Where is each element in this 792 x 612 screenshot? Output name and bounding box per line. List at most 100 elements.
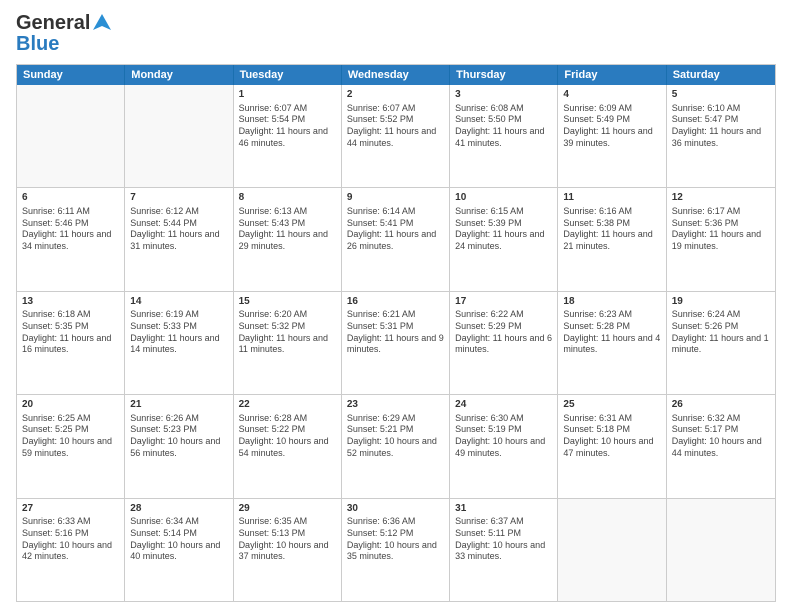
header-day-wednesday: Wednesday (342, 65, 450, 85)
calendar-header: SundayMondayTuesdayWednesdayThursdayFrid… (17, 65, 775, 85)
day-info: Sunrise: 6:25 AMSunset: 5:25 PMDaylight:… (22, 413, 119, 460)
day-number: 21 (130, 398, 227, 412)
table-row: 14Sunrise: 6:19 AMSunset: 5:33 PMDayligh… (125, 292, 233, 394)
day-info: Sunrise: 6:18 AMSunset: 5:35 PMDaylight:… (22, 309, 119, 356)
day-info: Sunrise: 6:34 AMSunset: 5:14 PMDaylight:… (130, 516, 227, 563)
day-number: 7 (130, 191, 227, 205)
day-number: 1 (239, 88, 336, 102)
table-row (558, 499, 666, 601)
table-row: 30Sunrise: 6:36 AMSunset: 5:12 PMDayligh… (342, 499, 450, 601)
calendar-row-1: 1Sunrise: 6:07 AMSunset: 5:54 PMDaylight… (17, 85, 775, 187)
day-number: 13 (22, 295, 119, 309)
day-info: Sunrise: 6:16 AMSunset: 5:38 PMDaylight:… (563, 206, 660, 253)
table-row: 10Sunrise: 6:15 AMSunset: 5:39 PMDayligh… (450, 188, 558, 290)
table-row: 29Sunrise: 6:35 AMSunset: 5:13 PMDayligh… (234, 499, 342, 601)
day-info: Sunrise: 6:28 AMSunset: 5:22 PMDaylight:… (239, 413, 336, 460)
table-row: 1Sunrise: 6:07 AMSunset: 5:54 PMDaylight… (234, 85, 342, 187)
day-number: 28 (130, 502, 227, 516)
logo-blue: Blue (16, 33, 59, 56)
day-info: Sunrise: 6:17 AMSunset: 5:36 PMDaylight:… (672, 206, 770, 253)
table-row: 15Sunrise: 6:20 AMSunset: 5:32 PMDayligh… (234, 292, 342, 394)
table-row: 22Sunrise: 6:28 AMSunset: 5:22 PMDayligh… (234, 395, 342, 497)
day-number: 14 (130, 295, 227, 309)
day-number: 20 (22, 398, 119, 412)
day-number: 22 (239, 398, 336, 412)
day-info: Sunrise: 6:20 AMSunset: 5:32 PMDaylight:… (239, 309, 336, 356)
table-row: 4Sunrise: 6:09 AMSunset: 5:49 PMDaylight… (558, 85, 666, 187)
day-info: Sunrise: 6:33 AMSunset: 5:16 PMDaylight:… (22, 516, 119, 563)
day-number: 30 (347, 502, 444, 516)
table-row: 6Sunrise: 6:11 AMSunset: 5:46 PMDaylight… (17, 188, 125, 290)
day-number: 6 (22, 191, 119, 205)
day-number: 5 (672, 88, 770, 102)
day-info: Sunrise: 6:26 AMSunset: 5:23 PMDaylight:… (130, 413, 227, 460)
day-info: Sunrise: 6:14 AMSunset: 5:41 PMDaylight:… (347, 206, 444, 253)
day-number: 3 (455, 88, 552, 102)
day-info: Sunrise: 6:23 AMSunset: 5:28 PMDaylight:… (563, 309, 660, 356)
header-day-monday: Monday (125, 65, 233, 85)
calendar-row-2: 6Sunrise: 6:11 AMSunset: 5:46 PMDaylight… (17, 187, 775, 290)
day-number: 4 (563, 88, 660, 102)
day-number: 9 (347, 191, 444, 205)
table-row: 3Sunrise: 6:08 AMSunset: 5:50 PMDaylight… (450, 85, 558, 187)
day-info: Sunrise: 6:21 AMSunset: 5:31 PMDaylight:… (347, 309, 444, 356)
day-number: 26 (672, 398, 770, 412)
table-row: 24Sunrise: 6:30 AMSunset: 5:19 PMDayligh… (450, 395, 558, 497)
day-number: 12 (672, 191, 770, 205)
table-row (125, 85, 233, 187)
day-number: 2 (347, 88, 444, 102)
day-info: Sunrise: 6:12 AMSunset: 5:44 PMDaylight:… (130, 206, 227, 253)
day-info: Sunrise: 6:11 AMSunset: 5:46 PMDaylight:… (22, 206, 119, 253)
day-info: Sunrise: 6:07 AMSunset: 5:54 PMDaylight:… (239, 103, 336, 150)
day-number: 11 (563, 191, 660, 205)
day-number: 15 (239, 295, 336, 309)
table-row: 19Sunrise: 6:24 AMSunset: 5:26 PMDayligh… (667, 292, 775, 394)
header-day-thursday: Thursday (450, 65, 558, 85)
table-row: 27Sunrise: 6:33 AMSunset: 5:16 PMDayligh… (17, 499, 125, 601)
day-number: 8 (239, 191, 336, 205)
day-info: Sunrise: 6:29 AMSunset: 5:21 PMDaylight:… (347, 413, 444, 460)
day-info: Sunrise: 6:07 AMSunset: 5:52 PMDaylight:… (347, 103, 444, 150)
day-info: Sunrise: 6:31 AMSunset: 5:18 PMDaylight:… (563, 413, 660, 460)
table-row: 31Sunrise: 6:37 AMSunset: 5:11 PMDayligh… (450, 499, 558, 601)
table-row: 16Sunrise: 6:21 AMSunset: 5:31 PMDayligh… (342, 292, 450, 394)
table-row (17, 85, 125, 187)
header-day-friday: Friday (558, 65, 666, 85)
table-row: 20Sunrise: 6:25 AMSunset: 5:25 PMDayligh… (17, 395, 125, 497)
day-number: 10 (455, 191, 552, 205)
table-row (667, 499, 775, 601)
day-info: Sunrise: 6:35 AMSunset: 5:13 PMDaylight:… (239, 516, 336, 563)
day-number: 16 (347, 295, 444, 309)
table-row: 17Sunrise: 6:22 AMSunset: 5:29 PMDayligh… (450, 292, 558, 394)
day-info: Sunrise: 6:30 AMSunset: 5:19 PMDaylight:… (455, 413, 552, 460)
table-row: 11Sunrise: 6:16 AMSunset: 5:38 PMDayligh… (558, 188, 666, 290)
day-number: 25 (563, 398, 660, 412)
table-row: 18Sunrise: 6:23 AMSunset: 5:28 PMDayligh… (558, 292, 666, 394)
table-row: 25Sunrise: 6:31 AMSunset: 5:18 PMDayligh… (558, 395, 666, 497)
logo-general: General (16, 12, 90, 35)
table-row: 8Sunrise: 6:13 AMSunset: 5:43 PMDaylight… (234, 188, 342, 290)
day-info: Sunrise: 6:22 AMSunset: 5:29 PMDaylight:… (455, 309, 552, 356)
day-number: 27 (22, 502, 119, 516)
day-info: Sunrise: 6:36 AMSunset: 5:12 PMDaylight:… (347, 516, 444, 563)
calendar-row-5: 27Sunrise: 6:33 AMSunset: 5:16 PMDayligh… (17, 498, 775, 601)
table-row: 9Sunrise: 6:14 AMSunset: 5:41 PMDaylight… (342, 188, 450, 290)
day-number: 18 (563, 295, 660, 309)
day-info: Sunrise: 6:13 AMSunset: 5:43 PMDaylight:… (239, 206, 336, 253)
table-row: 26Sunrise: 6:32 AMSunset: 5:17 PMDayligh… (667, 395, 775, 497)
day-number: 19 (672, 295, 770, 309)
header: General Blue (16, 12, 776, 56)
table-row: 7Sunrise: 6:12 AMSunset: 5:44 PMDaylight… (125, 188, 233, 290)
day-info: Sunrise: 6:10 AMSunset: 5:47 PMDaylight:… (672, 103, 770, 150)
header-day-tuesday: Tuesday (234, 65, 342, 85)
table-row: 5Sunrise: 6:10 AMSunset: 5:47 PMDaylight… (667, 85, 775, 187)
calendar: SundayMondayTuesdayWednesdayThursdayFrid… (16, 64, 776, 602)
calendar-body: 1Sunrise: 6:07 AMSunset: 5:54 PMDaylight… (17, 85, 775, 601)
table-row: 2Sunrise: 6:07 AMSunset: 5:52 PMDaylight… (342, 85, 450, 187)
day-number: 23 (347, 398, 444, 412)
day-info: Sunrise: 6:24 AMSunset: 5:26 PMDaylight:… (672, 309, 770, 356)
table-row: 12Sunrise: 6:17 AMSunset: 5:36 PMDayligh… (667, 188, 775, 290)
day-number: 24 (455, 398, 552, 412)
calendar-row-4: 20Sunrise: 6:25 AMSunset: 5:25 PMDayligh… (17, 394, 775, 497)
day-number: 29 (239, 502, 336, 516)
